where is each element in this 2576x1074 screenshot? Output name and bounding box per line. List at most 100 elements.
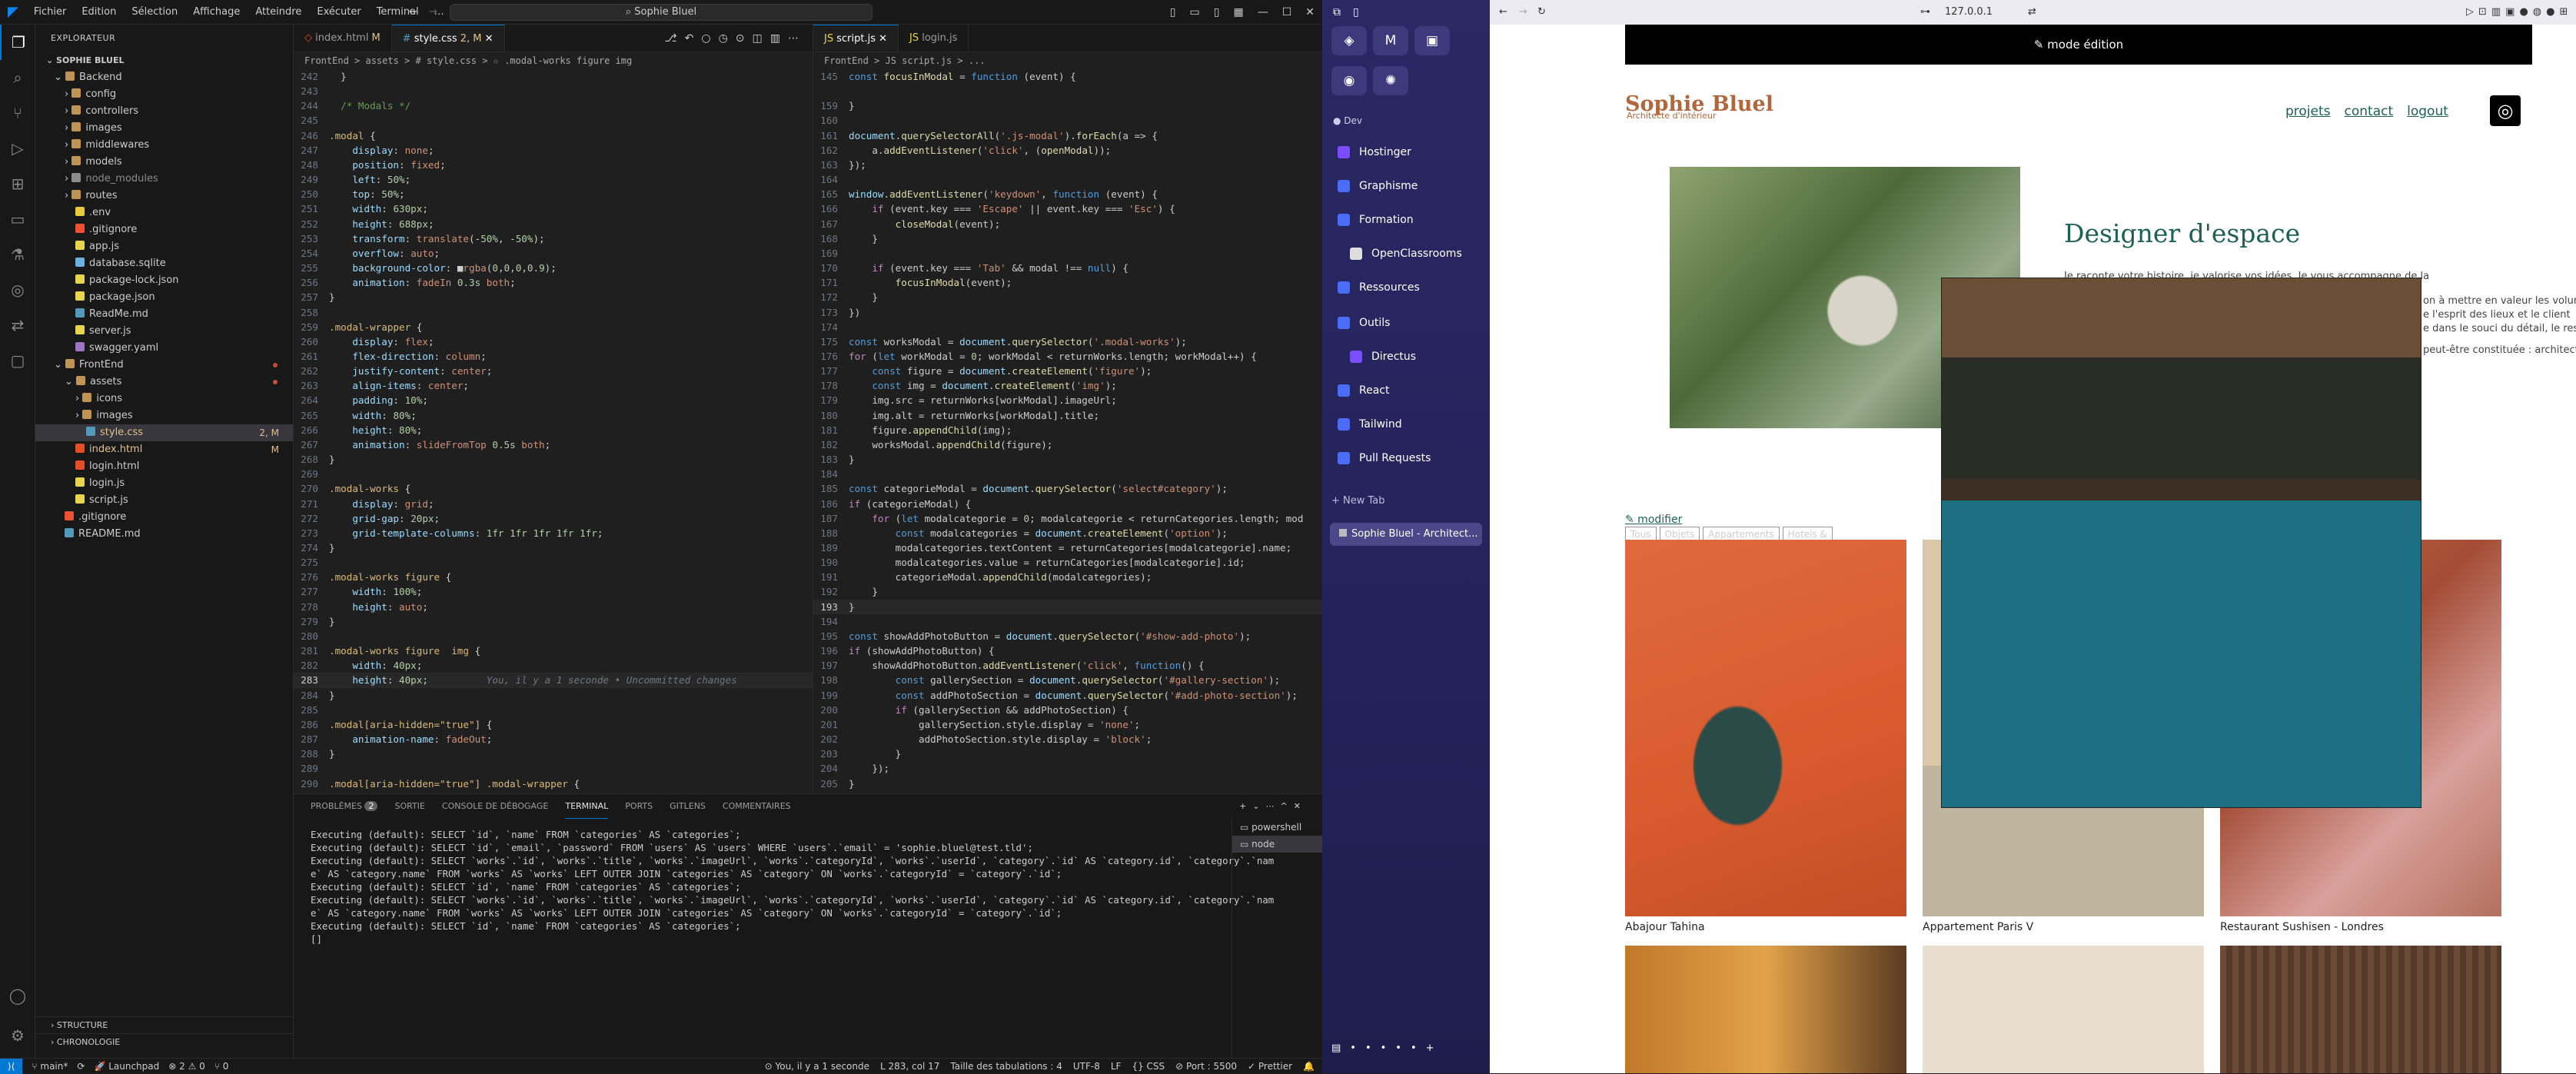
tree-item-middlewares[interactable]: › middlewares: [35, 137, 293, 154]
pinned-github-icon[interactable]: ◉: [1331, 66, 1367, 95]
pinned-meet-icon[interactable]: ▣: [1414, 26, 1450, 55]
bookmark-pull-requests[interactable]: Pull Requests: [1331, 443, 1482, 474]
pinned-linear-icon[interactable]: ◈: [1331, 26, 1367, 55]
url-bar[interactable]: 127.0.0.1: [1945, 0, 1993, 25]
breadcrumb[interactable]: FrontEnd > JS script.js > ...: [813, 52, 1322, 69]
space-switcher[interactable]: ▤•••••+: [1331, 1042, 1444, 1054]
command-center[interactable]: ⌕ Sophie Bluel: [450, 4, 873, 21]
workspace-root[interactable]: ⌄ SOPHIE BLUEL: [35, 52, 293, 69]
menu-terminal[interactable]: Terminal: [369, 0, 427, 25]
tab-size[interactable]: Taille des tabulations : 4: [950, 1059, 1062, 1074]
remote-indicator[interactable]: ⟩⟨: [0, 1059, 23, 1074]
extensions-icons[interactable]: ▷⊡▥▣●◍●⊞: [2466, 0, 2572, 25]
bookmark-openclassrooms[interactable]: OpenClassrooms: [1344, 238, 1494, 269]
bookmark-tailwind[interactable]: Tailwind: [1331, 409, 1482, 440]
tree-item--gitignore[interactable]: .gitignore: [35, 221, 293, 238]
modal-bar-image[interactable]: [1942, 278, 2421, 807]
tree-item-style-css[interactable]: style.css 2, M: [35, 424, 293, 441]
tree-item-icons[interactable]: › icons: [35, 391, 293, 407]
tree-item-script-js[interactable]: script.js: [35, 492, 293, 509]
tab-login-js[interactable]: JS login.js: [899, 25, 969, 52]
tree-item-package-lock-json[interactable]: package-lock.json: [35, 272, 293, 289]
tab-comments[interactable]: COMMENTAIRES: [723, 794, 791, 819]
tree-item-index-html[interactable]: index.html M: [35, 441, 293, 458]
notifications-icon[interactable]: 🔔: [1303, 1059, 1315, 1074]
branch-indicator[interactable]: ⑂ main*: [32, 1059, 68, 1074]
live-server-port[interactable]: ⊘ Port : 5500: [1175, 1059, 1237, 1074]
minimize-icon[interactable]: —: [1258, 0, 1268, 25]
active-tab[interactable]: Sophie Bluel - Architect...: [1330, 523, 1482, 546]
nav-contact[interactable]: contact: [2345, 104, 2394, 119]
extensions-icon[interactable]: ⊞: [0, 166, 35, 201]
live-share-icon[interactable]: ⇄: [0, 308, 35, 343]
tree-item-app-js[interactable]: app.js: [35, 238, 293, 255]
eol[interactable]: LF: [1111, 1059, 1122, 1074]
modifier-link[interactable]: ✎ modifier: [1625, 514, 1682, 526]
pinned-gmail-icon[interactable]: M: [1373, 26, 1408, 55]
instagram-icon[interactable]: ◎: [2490, 95, 2521, 126]
bookmark-formation[interactable]: Formation: [1331, 204, 1482, 235]
forward-icon[interactable]: →: [1519, 0, 1527, 25]
site-info-icon[interactable]: ⊶: [1920, 0, 1930, 25]
code-editor-js[interactable]: 145 const focusInModal = function (event)…: [813, 69, 1322, 820]
git-blame[interactable]: ⊙ You, il y a 1 seconde: [765, 1059, 869, 1074]
new-tab-button[interactable]: + New Tab: [1331, 495, 1385, 507]
layout-sidebar-icon[interactable]: ▯: [1170, 0, 1176, 25]
menu-atteindre[interactable]: Atteindre: [248, 0, 309, 25]
tree-item--env[interactable]: .env: [35, 204, 293, 221]
sidebar-panel-icon[interactable]: ▯: [1353, 6, 1359, 18]
close-icon[interactable]: ✕: [1305, 0, 1315, 25]
tree-item-swagger-yaml[interactable]: swagger.yaml: [35, 340, 293, 357]
tree-item-controllers[interactable]: › controllers: [35, 103, 293, 120]
prettier-status[interactable]: ✓ Prettier: [1248, 1059, 1292, 1074]
nav-back-icon[interactable]: ←: [409, 6, 417, 18]
tree-item-server-js[interactable]: server.js: [35, 323, 293, 340]
tree-item-config[interactable]: › config: [35, 86, 293, 103]
editor-actions[interactable]: ⎇↶○◷⊙◫▥⋯: [665, 25, 806, 52]
code-editor-css[interactable]: 242 } 243 244 /* Modals */245 246 .modal {24…: [294, 69, 813, 791]
explorer-icon[interactable]: ❐: [0, 25, 35, 60]
layout-panel-icon[interactable]: ▭: [1190, 0, 1200, 25]
tree-item-backend[interactable]: ⌄ Backend: [35, 69, 293, 86]
tab-index-html[interactable]: ◇ index.html M: [294, 25, 392, 52]
menu-selection[interactable]: Sélection: [124, 0, 185, 25]
back-icon[interactable]: ←: [1499, 0, 1507, 25]
tree-item-node-modules[interactable]: › node_modules: [35, 171, 293, 188]
bookmark-hostinger[interactable]: Hostinger: [1331, 137, 1482, 168]
edit-mode-banner[interactable]: ✎ mode édition: [1625, 25, 2532, 65]
language-mode[interactable]: {} CSS: [1132, 1059, 1165, 1074]
tree-item-models[interactable]: › models: [35, 154, 293, 171]
encoding[interactable]: UTF-8: [1073, 1059, 1100, 1074]
tree-item-routes[interactable]: › routes: [35, 188, 293, 204]
testing-icon[interactable]: ⚗: [0, 237, 35, 272]
tree-item-frontend[interactable]: ⌄ FrontEnd: [35, 357, 293, 374]
launchpad-button[interactable]: 🚀 Launchpad: [94, 1059, 159, 1074]
tree-item-readme-md[interactable]: README.md: [35, 526, 293, 543]
space-label[interactable]: ● Dev: [1333, 115, 1362, 126]
tree-item-images[interactable]: › images: [35, 407, 293, 424]
tab-style-css[interactable]: # style.css 2, M ✕: [391, 25, 505, 52]
share-icon[interactable]: ⇄: [2028, 0, 2036, 25]
panel-actions[interactable]: +⌄⋯^✕: [1239, 794, 1307, 819]
tab-terminal[interactable]: TERMINAL: [565, 794, 609, 819]
timeline-section[interactable]: › CHRONOLOGIE: [35, 1033, 294, 1050]
maximize-icon[interactable]: ☐: [1282, 0, 1292, 25]
menu-executer[interactable]: Exécuter: [309, 0, 368, 25]
gitlens-icon[interactable]: ◎: [0, 272, 35, 308]
tab-gitlens[interactable]: GITLENS: [670, 794, 706, 819]
tree-item-readme-md[interactable]: ReadMe.md: [35, 306, 293, 323]
nav-logout[interactable]: logout: [2407, 104, 2448, 119]
tab-script-js[interactable]: JS script.js ✕: [813, 25, 899, 52]
settings-gear-icon[interactable]: ⚙: [0, 1018, 35, 1053]
sync-icon[interactable]: ⟳: [77, 1059, 85, 1074]
breadcrumb[interactable]: FrontEnd > assets > # style.css > ☆ .mod…: [294, 52, 813, 69]
nav-forward-icon[interactable]: →: [429, 6, 437, 18]
problems-indicator[interactable]: ⊗ 2 ⚠ 0: [168, 1059, 205, 1074]
reload-icon[interactable]: ↻: [1537, 0, 1546, 25]
tree-item-database-sqlite[interactable]: database.sqlite: [35, 255, 293, 272]
tree-item-package-json[interactable]: package.json: [35, 289, 293, 306]
pinned-chatgpt-icon[interactable]: ✺: [1373, 66, 1408, 95]
account-icon[interactable]: ◯: [0, 978, 35, 1013]
bookmark-directus[interactable]: Directus: [1344, 341, 1494, 372]
bookmark-ressources[interactable]: Ressources: [1331, 272, 1482, 303]
